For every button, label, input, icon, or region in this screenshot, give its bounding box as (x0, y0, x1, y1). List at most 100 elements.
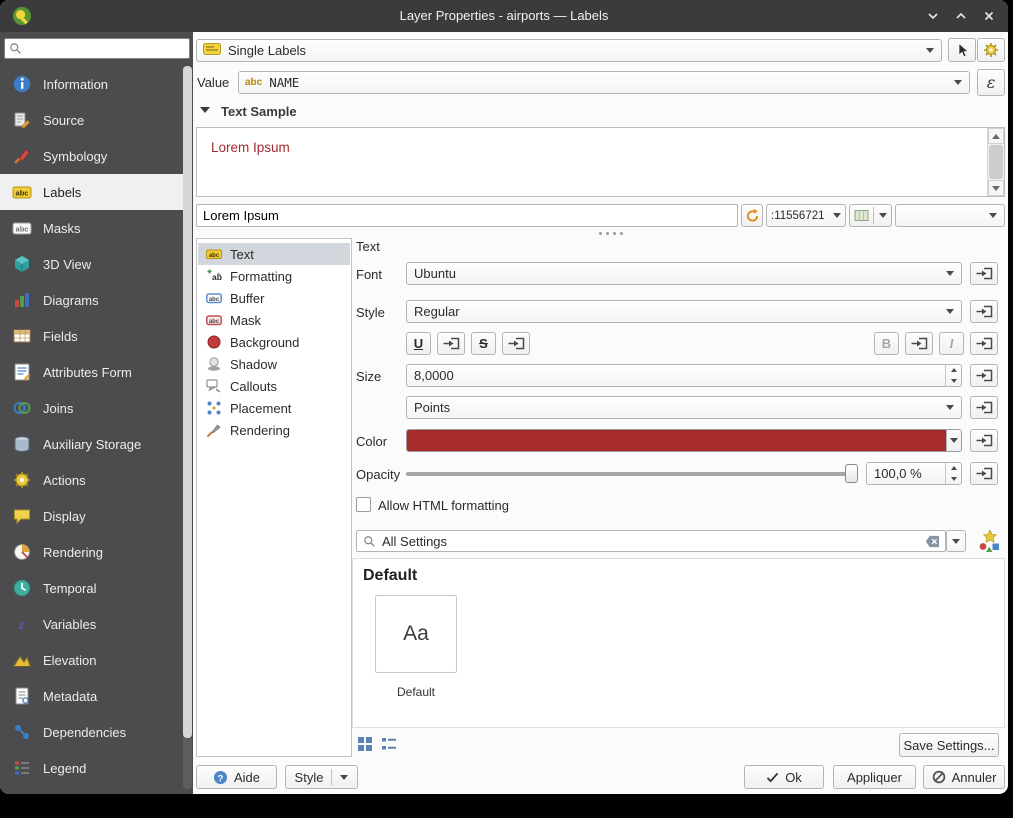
sidebar-item-information[interactable]: Information (0, 66, 185, 102)
sidebar-search-input[interactable] (25, 41, 189, 57)
style-menu-button[interactable]: Style (285, 765, 358, 789)
font-override-button[interactable] (970, 262, 998, 285)
sidebar-item-attributes-form[interactable]: Attributes Form (0, 354, 185, 390)
style-search-box[interactable]: All Settings (356, 530, 946, 552)
splitter-handle[interactable] (196, 229, 1005, 237)
style-filter-dropdown-button[interactable] (946, 530, 966, 552)
sidebar-item-variables[interactable]: ε Variables (0, 606, 185, 642)
sidebar-item-metadata[interactable]: Metadata (0, 678, 185, 714)
size-spinbox[interactable]: 8,0000 (406, 364, 962, 387)
tab-text[interactable]: abc Text (198, 243, 350, 265)
size-override-button[interactable] (970, 364, 998, 387)
opacity-spinbox[interactable]: 100,0 % (866, 462, 962, 485)
tab-rendering[interactable]: Rendering (198, 419, 350, 441)
sample-text-input[interactable] (197, 207, 737, 224)
cancel-button[interactable]: Annuler (923, 765, 1005, 789)
bold-button[interactable]: B (874, 332, 899, 355)
sidebar-item-legend[interactable]: Legend (0, 750, 185, 786)
strikethrough-button[interactable]: S (471, 332, 496, 355)
tab-background[interactable]: Background (198, 331, 350, 353)
automated-placement-settings-button[interactable] (977, 38, 1005, 62)
style-manager-button[interactable] (978, 529, 1002, 553)
tab-shadow[interactable]: Shadow (198, 353, 350, 375)
opacity-slider-handle[interactable] (845, 464, 858, 483)
allow-html-checkbox[interactable] (356, 497, 371, 512)
sidebar-item-fields[interactable]: Fields (0, 318, 185, 354)
sidebar-item-actions[interactable]: Actions (0, 462, 185, 498)
tab-buffer[interactable]: abc Buffer (198, 287, 350, 309)
sidebar-item-display[interactable]: Display (0, 498, 185, 534)
bar-chart-icon (12, 290, 32, 310)
color-dropdown[interactable] (946, 430, 961, 451)
tab-placement[interactable]: Placement (198, 397, 350, 419)
italic-button[interactable]: I (939, 332, 964, 355)
spin-up-button[interactable] (946, 463, 961, 474)
clear-search-button[interactable] (925, 535, 940, 548)
font-style-combobox[interactable]: Regular (406, 300, 962, 323)
sidebar-item-auxiliary-storage[interactable]: Auxiliary Storage (0, 426, 185, 462)
sidebar-item-rendering[interactable]: Rendering (0, 534, 185, 570)
sidebar-item-3d-view[interactable]: 3D View (0, 246, 185, 282)
size-unit-override-button[interactable] (970, 396, 998, 419)
labeling-mode-combobox[interactable]: Single Labels (196, 39, 942, 62)
sidebar-item-symbology[interactable]: Symbology (0, 138, 185, 174)
tab-mask[interactable]: abc Mask (198, 309, 350, 331)
reset-sample-button[interactable] (741, 204, 763, 227)
spin-down-button[interactable] (946, 376, 961, 387)
underline-button[interactable]: U (406, 332, 431, 355)
underline-override-button[interactable] (437, 332, 465, 355)
font-combobox[interactable]: Ubuntu (406, 262, 962, 285)
sidebar-search[interactable] (4, 38, 190, 59)
spin-up-button[interactable] (946, 365, 961, 376)
collapse-triangle-icon[interactable] (200, 107, 210, 113)
scrollbar-handle[interactable] (989, 145, 1003, 179)
style-item-default[interactable]: Aa (375, 595, 457, 673)
ok-button[interactable]: Ok (744, 765, 824, 789)
sample-background-combobox[interactable] (895, 204, 1005, 227)
sidebar-item-dependencies[interactable]: Dependencies (0, 714, 185, 750)
map-scale-tool-button[interactable] (849, 204, 892, 227)
close-button[interactable] (982, 9, 996, 23)
color-button[interactable] (406, 429, 962, 452)
sidebar-item-diagrams[interactable]: Diagrams (0, 282, 185, 318)
bold-override-button[interactable] (905, 332, 933, 355)
color-label: Color (356, 434, 387, 449)
size-unit-combobox[interactable]: Points (406, 396, 962, 419)
list-view-toggle-button[interactable] (380, 735, 398, 753)
scroll-up-button[interactable] (988, 128, 1004, 144)
apply-button[interactable]: Appliquer (833, 765, 916, 789)
sidebar-scrollbar[interactable] (183, 66, 192, 789)
spin-down-button[interactable] (946, 474, 961, 485)
data-defined-override-icon (976, 369, 993, 382)
tab-callouts[interactable]: Callouts (198, 375, 350, 397)
icon-view-toggle-button[interactable] (356, 735, 374, 753)
value-field-combobox[interactable]: abc NAME (238, 71, 970, 94)
style-override-button[interactable] (970, 300, 998, 323)
style-menu-label: Style (295, 770, 324, 785)
tab-label: Shadow (230, 357, 277, 372)
italic-override-button[interactable] (970, 332, 998, 355)
sidebar-item-source[interactable]: Source (0, 102, 185, 138)
expression-builder-button[interactable]: ε (977, 69, 1005, 96)
save-settings-button[interactable]: Save Settings... (899, 733, 999, 757)
opacity-override-button[interactable] (970, 462, 998, 485)
slider-groove[interactable] (406, 472, 858, 476)
opacity-slider[interactable] (406, 462, 858, 485)
strikethrough-override-button[interactable] (502, 332, 530, 355)
minimize-button[interactable] (926, 9, 940, 23)
tab-formatting[interactable]: ab Formatting (198, 265, 350, 287)
labeling-rules-button[interactable] (948, 38, 976, 62)
sidebar-item-labels[interactable]: abc Labels (0, 174, 185, 210)
color-override-button[interactable] (970, 429, 998, 452)
sidebar-item-joins[interactable]: Joins (0, 390, 185, 426)
help-button[interactable]: ? Aide (196, 765, 277, 789)
triangle-up-icon (951, 368, 957, 372)
preview-scrollbar[interactable] (987, 128, 1004, 196)
maximize-button[interactable] (954, 9, 968, 23)
sidebar-item-masks[interactable]: abc Masks (0, 210, 185, 246)
scrollbar-handle[interactable] (183, 66, 192, 738)
sample-scale-combobox[interactable]: :11556721 (766, 204, 846, 227)
scroll-down-button[interactable] (988, 180, 1004, 196)
sidebar-item-elevation[interactable]: Elevation (0, 642, 185, 678)
sidebar-item-temporal[interactable]: Temporal (0, 570, 185, 606)
